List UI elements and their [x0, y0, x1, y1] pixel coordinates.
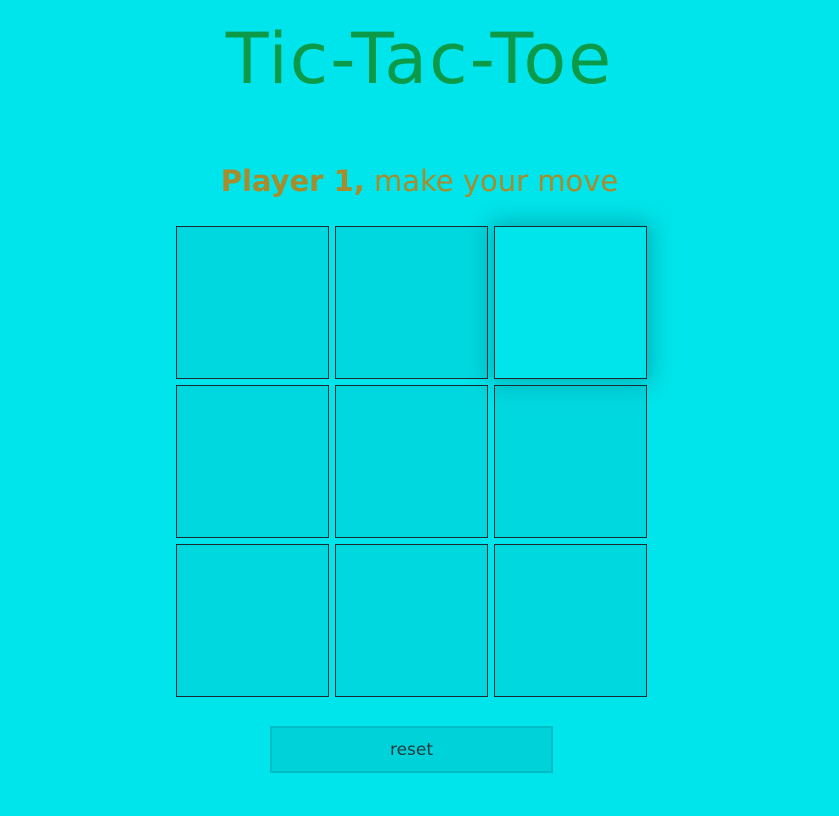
board-cell-5[interactable] [335, 385, 488, 538]
current-player-label: Player 1, [220, 164, 365, 198]
board-cell-6[interactable] [494, 385, 647, 538]
board-cell-4[interactable] [176, 385, 329, 538]
board-cell-2[interactable] [335, 226, 488, 379]
turn-status: Player 1, make your move [0, 162, 839, 200]
board-cell-8[interactable] [335, 544, 488, 697]
board-cell-1[interactable] [176, 226, 329, 379]
turn-message: make your move [364, 164, 619, 198]
board-cell-9[interactable] [494, 544, 647, 697]
board-cell-7[interactable] [176, 544, 329, 697]
game-board [176, 226, 648, 698]
board-cell-3[interactable] [494, 226, 647, 379]
game-title: Tic-Tac-Toe [225, 18, 614, 100]
reset-button[interactable]: reset [270, 726, 553, 773]
